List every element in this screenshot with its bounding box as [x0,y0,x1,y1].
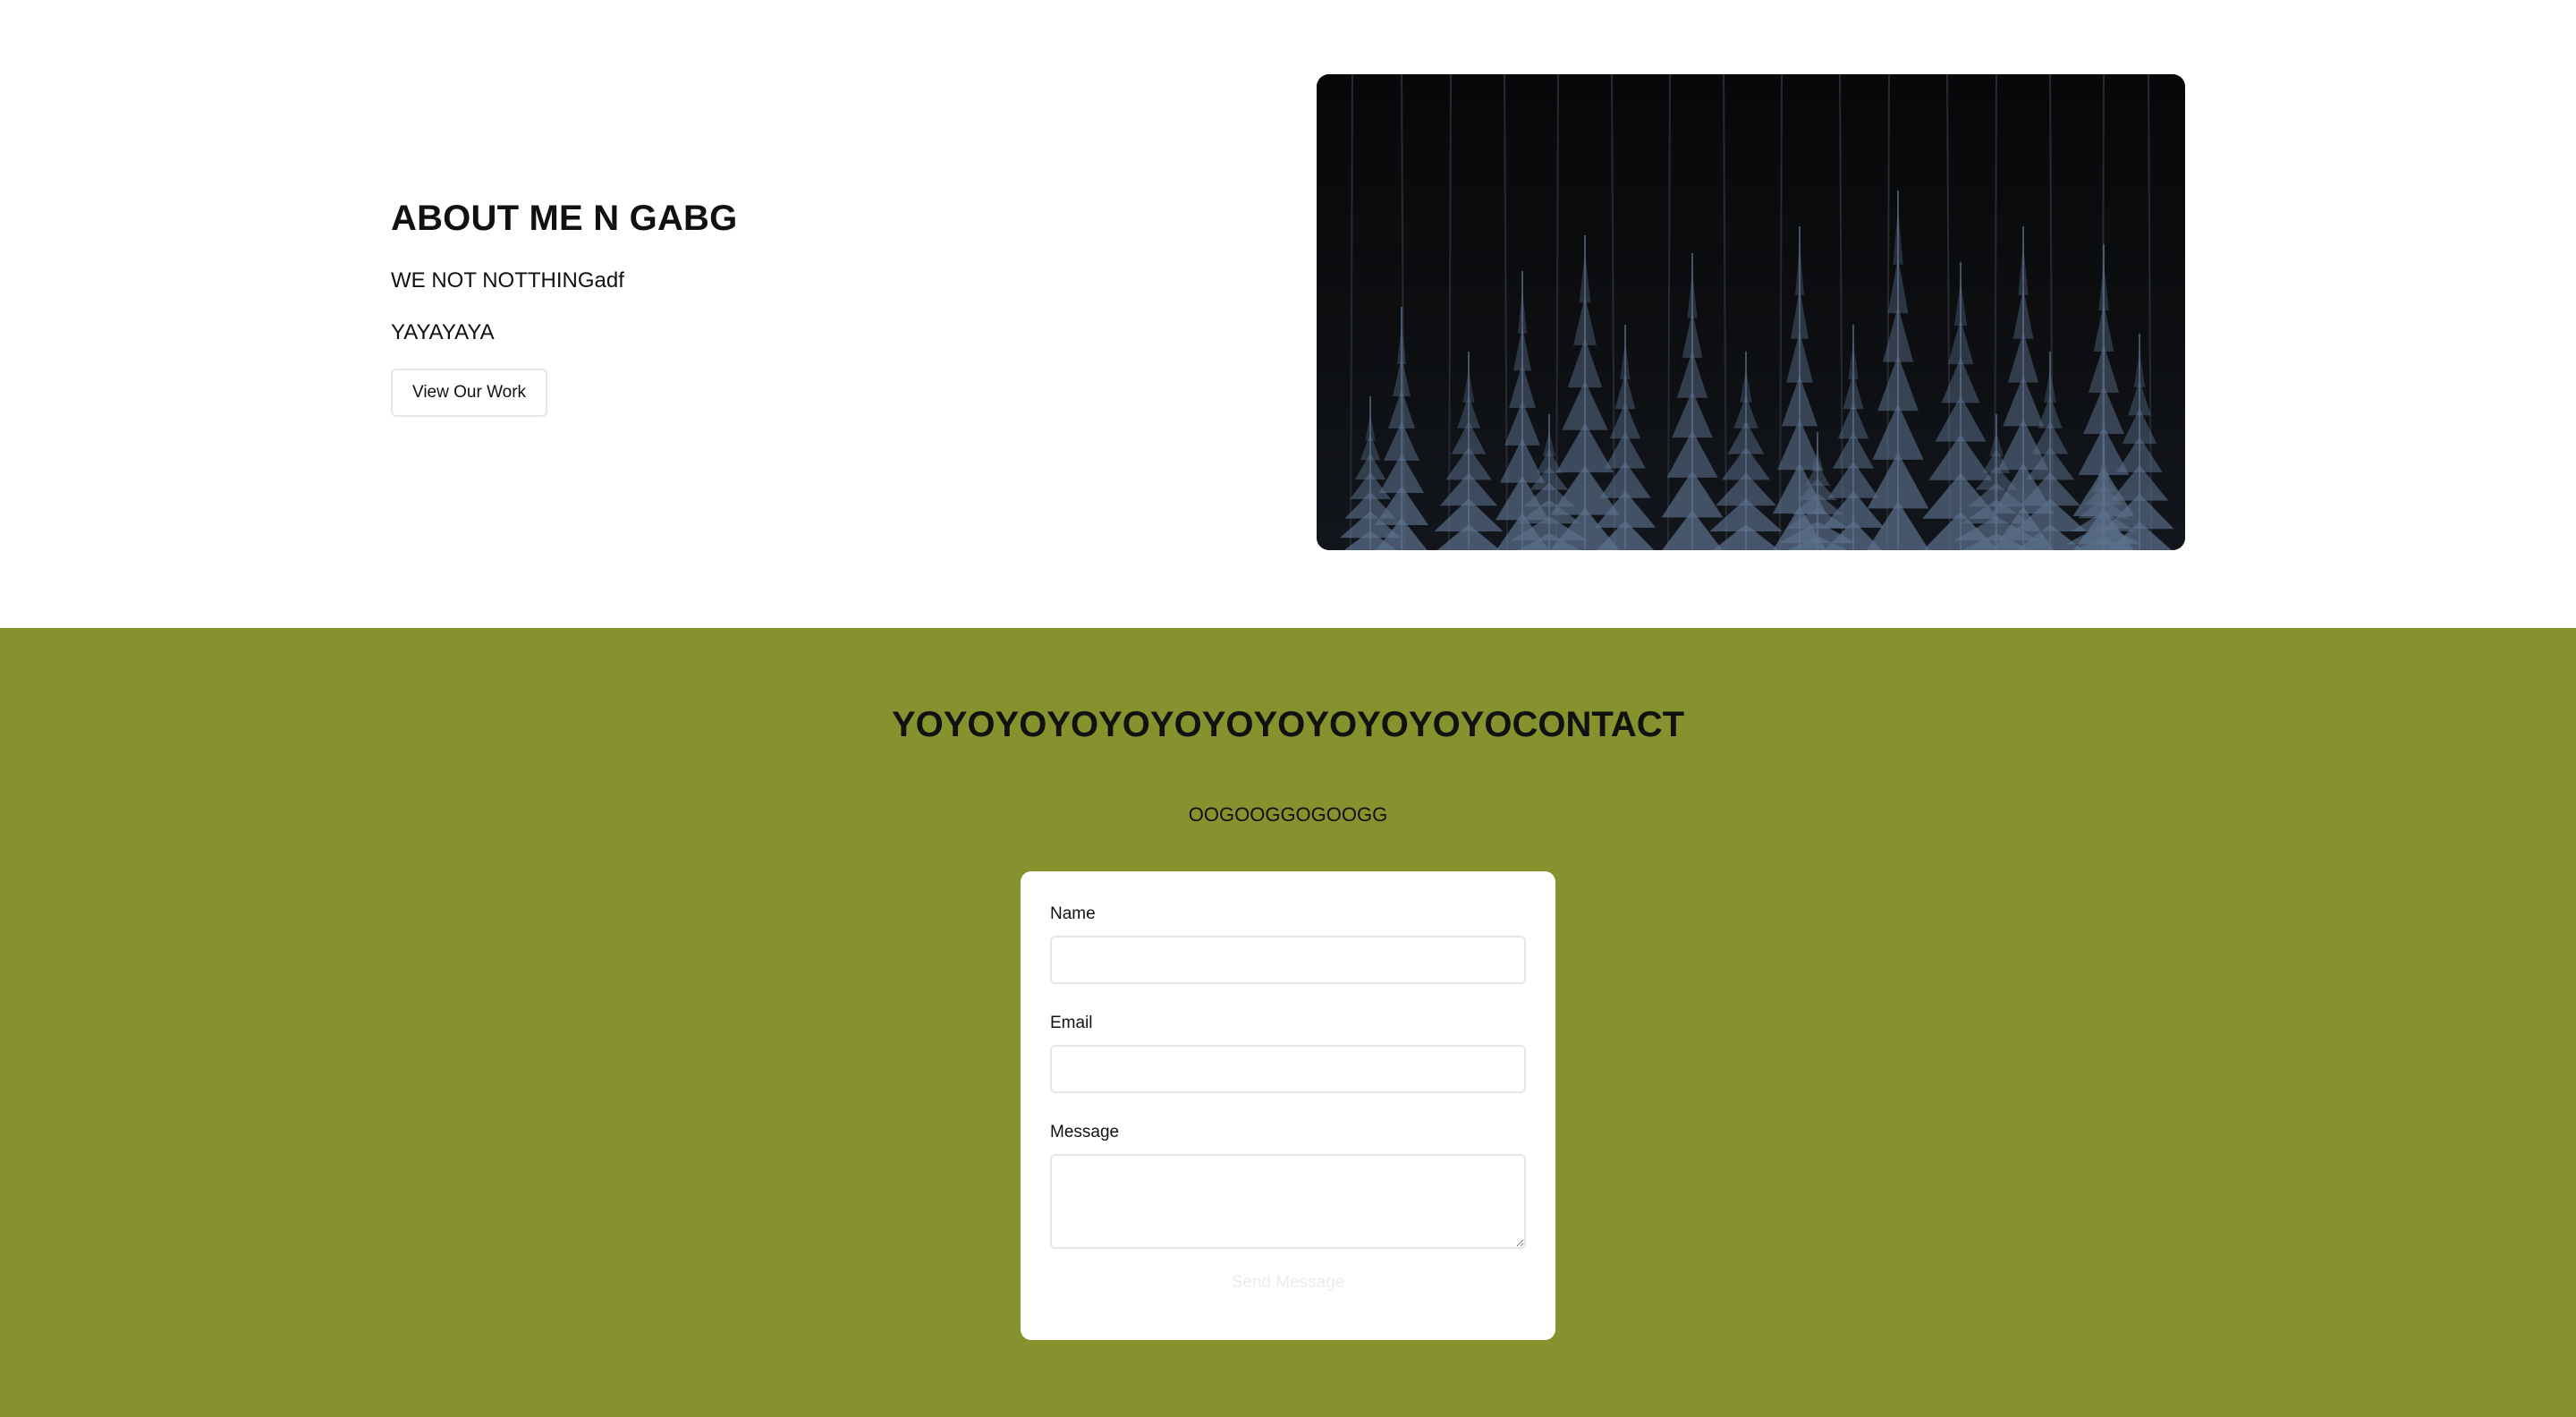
contact-title: YOYOYOYOYOYOYOYOYOYOYOYOCONTACT [891,705,1685,744]
forest-photo [1317,74,2185,550]
contact-form: Name Email Message Send Message [1021,871,1555,1340]
view-our-work-button[interactable]: View Our Work [391,369,548,417]
contact-section: YOYOYOYOYOYOYOYOYOYOYOYOCONTACT OOGOOGGO… [0,628,2576,1417]
name-label: Name [1050,904,1096,923]
email-input[interactable] [1050,1045,1526,1093]
message-textarea[interactable] [1050,1154,1526,1249]
message-label: Message [1050,1123,1120,1141]
about-section: ABOUT ME N GABG WE NOT NOTTHINGadf YAYAY… [0,0,2576,628]
forest-photo-image [1317,74,2185,550]
send-message-button[interactable]: Send Message [1226,1272,1351,1294]
about-text-block: ABOUT ME N GABG WE NOT NOTTHINGadf YAYAY… [391,191,1196,417]
email-label: Email [1050,1014,1093,1032]
about-line-1: WE NOT NOTTHINGadf [391,268,624,293]
name-input[interactable] [1050,936,1526,984]
about-line-2: YAYAYAYA [391,320,495,344]
contact-subtitle: OOGOOGGOGOOGG [1188,803,1388,826]
about-title: ABOUT ME N GABG [391,199,738,238]
